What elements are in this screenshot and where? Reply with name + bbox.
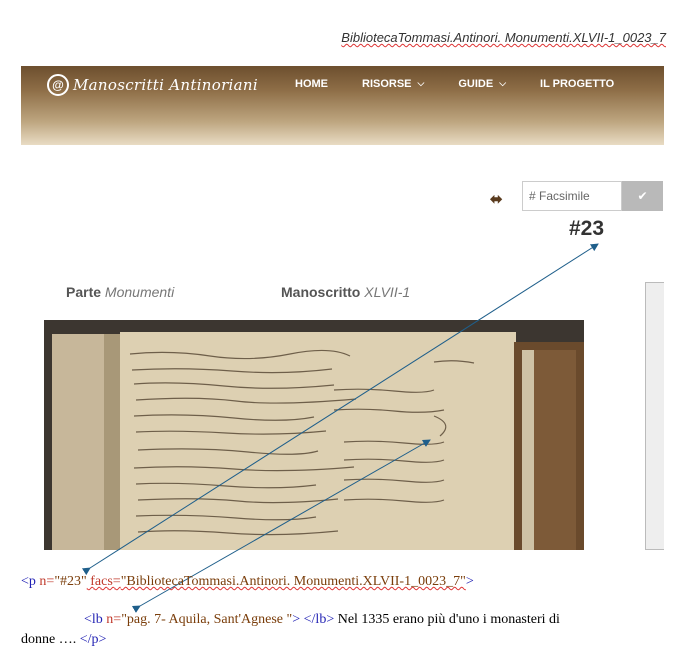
attr-n: n=: [102, 612, 122, 627]
menu-item-label: IL PROGETTO: [540, 78, 615, 90]
manoscritto-label: Manoscritto: [281, 284, 361, 300]
meta-parte: Parte Monumenti: [66, 284, 174, 300]
at-sign-icon: @: [47, 74, 69, 96]
menu-item-il-progetto[interactable]: IL PROGETTO: [540, 78, 614, 90]
menu-item-home[interactable]: HOME: [295, 78, 328, 90]
main-menu: HOME RISORSE ⌵ GUIDE ⌵ IL PROGETTO: [295, 77, 648, 91]
transcription-text-end: donne ….: [21, 632, 80, 647]
attr-n: n=: [35, 574, 55, 589]
menu-item-label: RISORSE: [362, 78, 412, 90]
tag-open-p: <p: [21, 574, 36, 589]
arrows-left-right-icon[interactable]: ⬌: [490, 190, 503, 208]
tei-code-line-1: <p n="#23" facs="BibliotecaTommasi.Antin…: [21, 574, 474, 590]
document-id-caption: BibliotecaTommasi.Antinori. Monumenti.XL…: [341, 30, 666, 45]
go-button[interactable]: ✔: [622, 181, 663, 211]
parte-value: Monumenti: [104, 284, 175, 300]
chevron-down-icon: ⌵: [499, 77, 507, 88]
value-facs: "BibliotecaTommasi.Antinori. Monumenti.X…: [120, 574, 466, 589]
parte-label: Parte: [66, 284, 102, 300]
site-title: Manoscritti Antinoriani: [73, 76, 258, 94]
menu-item-risorse[interactable]: RISORSE ⌵: [362, 77, 425, 91]
side-panel[interactable]: [645, 282, 664, 550]
manoscritto-value: XLVII-1: [364, 284, 411, 300]
site-navbar: @ Manoscritti Antinoriani HOME RISORSE ⌵ …: [21, 66, 664, 145]
page-number: #23: [569, 217, 605, 240]
check-icon: ✔: [637, 189, 648, 203]
menu-item-label: HOME: [295, 78, 328, 90]
tag-close-lb: > </lb>: [292, 612, 335, 627]
tag-open-lb: <lb: [84, 612, 103, 627]
chevron-down-icon: ⌵: [417, 77, 425, 88]
transcription-text: Nel 1335 erano più d'uno i monasteri di: [334, 612, 560, 627]
meta-manoscritto: Manoscritto XLVII-1: [281, 284, 410, 300]
document-id-text: BibliotecaTommasi.Antinori. Monumenti.XL…: [341, 30, 666, 45]
value-n: "pag. 7- Aquila, Sant'Agnese ": [121, 612, 293, 627]
menu-item-label: GUIDE: [458, 78, 494, 90]
tei-code-line-2: <lb n="pag. 7- Aquila, Sant'Agnese "> </…: [84, 612, 560, 628]
manuscript-page-image[interactable]: [44, 320, 584, 550]
attr-facs: facs=: [86, 574, 121, 589]
facsimile-search-input[interactable]: [522, 181, 622, 211]
menu-item-guide[interactable]: GUIDE ⌵: [458, 77, 507, 91]
tei-code-line-3: donne …. </p>: [21, 632, 106, 648]
tag-close-p: </p>: [79, 632, 107, 647]
tag-close-bracket: >: [465, 574, 474, 589]
site-logo[interactable]: @ Manoscritti Antinoriani: [47, 74, 258, 96]
value-n: "#23": [54, 574, 87, 589]
